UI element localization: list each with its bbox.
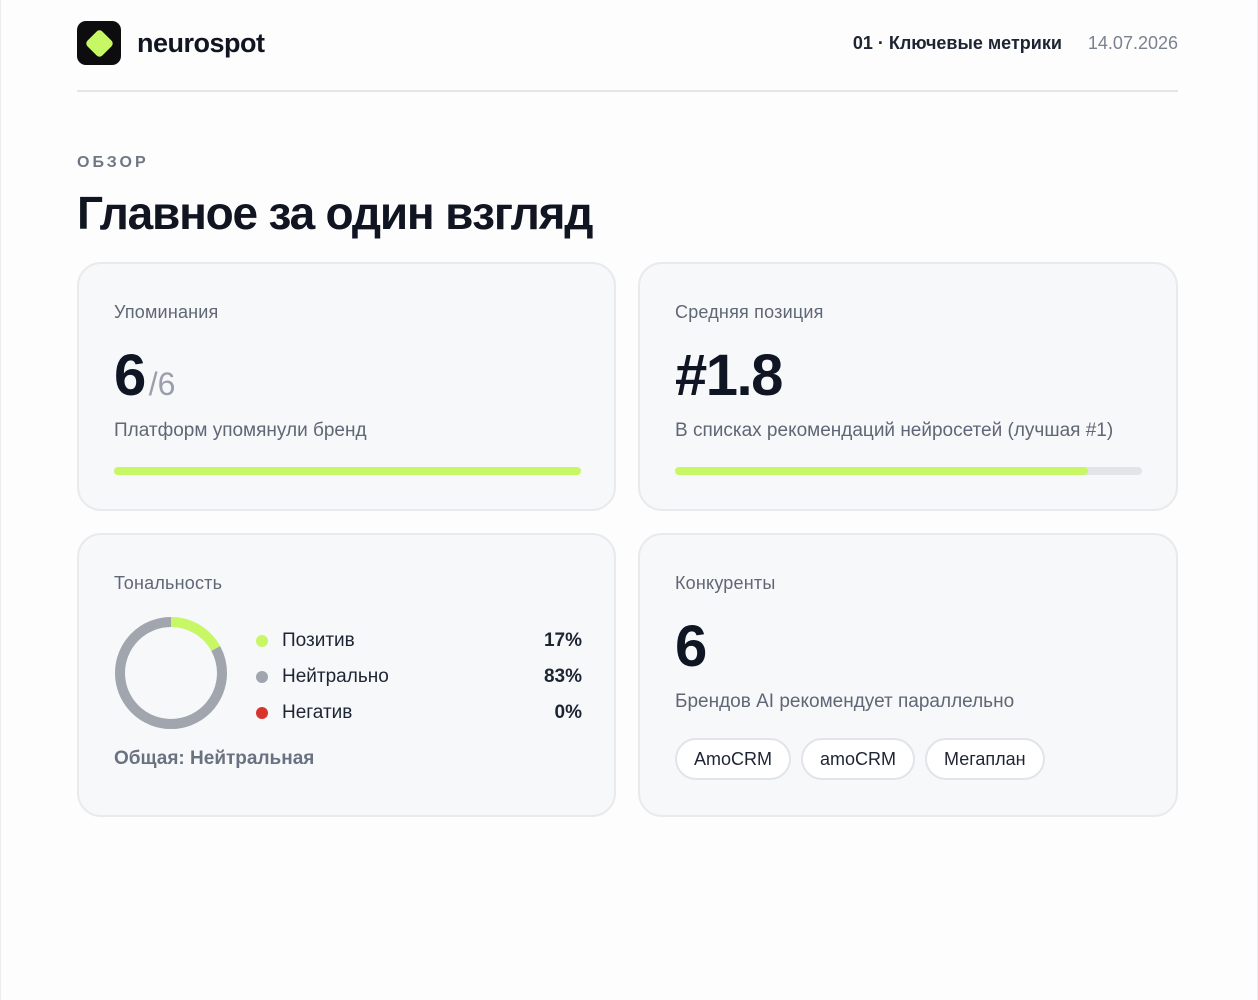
- page-title: Главное за один взгляд: [77, 187, 593, 239]
- position-progress-bar: [675, 467, 1142, 475]
- mentions-count: 6: [114, 343, 146, 408]
- diamond-icon: [84, 28, 114, 58]
- section-title: 01 · Ключевые метрики: [852, 32, 1062, 53]
- mentions-progress-bar: [114, 467, 581, 475]
- competitor-chip[interactable]: Мегаплан: [925, 738, 1045, 780]
- header-meta: 01 · Ключевые метрики 14.07.2026: [853, 33, 1178, 54]
- sentiment-legend: Позитив 17% Нейтрально 83% Негатив 0%: [256, 623, 582, 731]
- logo-icon: [77, 21, 121, 65]
- competitor-chip[interactable]: amoCRM: [801, 738, 916, 780]
- position-description: В списках рекомендаций нейросетей (лучша…: [675, 420, 1114, 441]
- brand[interactable]: neurospot: [77, 21, 265, 65]
- sentiment-card: Тональность Позитив 17% Нейтрально 83% Н…: [77, 533, 616, 817]
- legend-name: Нейтрально: [282, 666, 389, 687]
- mentions-progress-fill: [114, 467, 581, 475]
- mentions-label: Упоминания: [114, 302, 219, 322]
- header-divider: [77, 90, 1178, 92]
- legend-item-positive: Позитив 17%: [256, 623, 582, 659]
- neutral-dot-icon: [256, 671, 268, 683]
- mentions-total: /6: [148, 366, 176, 402]
- mentions-card: Упоминания 6/6 Платформ упомянули бренд: [77, 262, 616, 511]
- position-value: #1.8: [675, 343, 783, 408]
- header: neurospot 01 · Ключевые метрики 14.07.20…: [77, 20, 1178, 66]
- competitors-description: Брендов AI рекомендует параллельно: [675, 691, 1015, 712]
- sentiment-overall: Общая: Нейтральная: [114, 748, 315, 769]
- position-card: Средняя позиция #1.8 В списках рекоменда…: [638, 262, 1178, 511]
- legend-value: 17%: [543, 630, 582, 651]
- section-eyebrow: ОБЗОР: [77, 154, 149, 171]
- competitors-count: 6: [675, 614, 707, 679]
- competitor-chip[interactable]: AmoCRM: [675, 738, 792, 780]
- competitors-card: Конкуренты 6 Брендов AI рекомендует пара…: [638, 533, 1178, 817]
- sentiment-label: Тональность: [114, 573, 223, 593]
- competitors-label: Конкуренты: [675, 573, 776, 593]
- legend-name: Негатив: [282, 702, 353, 723]
- mentions-description: Платформ упомянули бренд: [114, 420, 367, 441]
- negative-dot-icon: [256, 707, 268, 719]
- legend-item-negative: Негатив 0%: [256, 695, 582, 731]
- sentiment-donut-chart: [115, 617, 227, 729]
- legend-item-neutral: Нейтрально 83%: [256, 659, 582, 695]
- positive-dot-icon: [256, 635, 268, 647]
- position-progress-fill: [675, 467, 1089, 475]
- competitor-chips: AmoCRM amoCRM Мегаплан: [675, 738, 1045, 780]
- mentions-value: 6/6: [114, 342, 175, 409]
- position-label: Средняя позиция: [675, 302, 824, 322]
- brand-name: neurospot: [137, 27, 265, 58]
- legend-value: 0%: [554, 702, 582, 723]
- legend-name: Позитив: [282, 630, 355, 651]
- legend-value: 83%: [543, 666, 582, 687]
- report-date: 14.07.2026: [1087, 32, 1178, 53]
